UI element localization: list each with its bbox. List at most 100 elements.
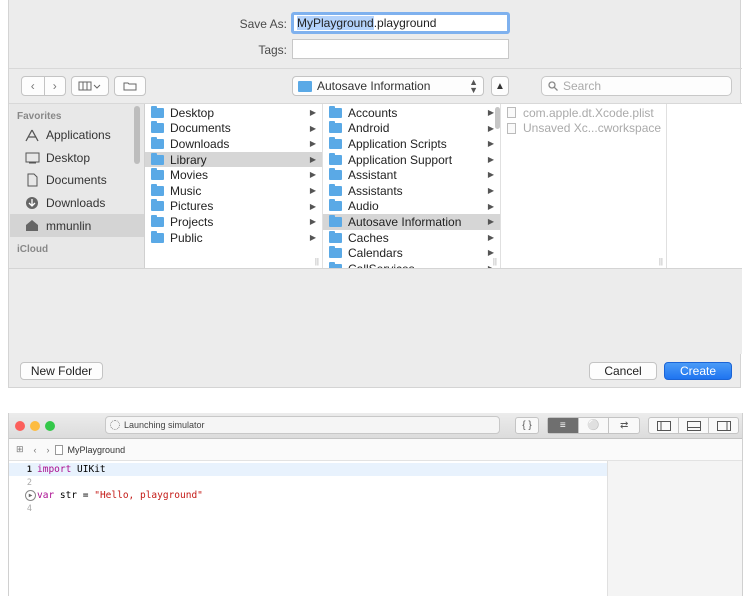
chevron-left-icon[interactable]: ‹ [34, 445, 37, 455]
save-dialog: Save As: MyPlayground.playground Tags: ‹… [8, 0, 742, 388]
file-row[interactable]: Autosave Information ▶ [323, 214, 500, 230]
dialog-empty-area [9, 268, 742, 354]
folder-icon [298, 80, 312, 92]
sidebar-item-downloads[interactable]: Downloads [10, 192, 144, 215]
file-row[interactable]: Projects ▶ [145, 214, 322, 230]
back-forward-control: ‹ › [21, 76, 66, 96]
chevron-right-icon: ▶ [309, 123, 316, 133]
zoom-window-button[interactable] [45, 421, 55, 431]
file-row[interactable]: Public ▶ [145, 230, 322, 246]
file-row[interactable]: Movies ▶ [145, 167, 322, 183]
file-name: Public [170, 230, 203, 245]
file-row[interactable]: Assistant ▶ [323, 167, 500, 183]
chevron-right-icon: ▶ [309, 232, 316, 242]
cancel-button[interactable]: Cancel [589, 362, 657, 380]
chevron-right-icon: ▶ [309, 154, 316, 164]
braces-icon: { } [522, 420, 532, 431]
file-row[interactable]: Music ▶ [145, 183, 322, 199]
toggle-navigator-button[interactable] [649, 418, 678, 433]
file-row[interactable]: Documents ▶ [145, 121, 322, 137]
activity-text: Launching simulator [124, 420, 205, 430]
sidebar-item-desktop[interactable]: Desktop [10, 147, 144, 170]
sidebar-item-documents[interactable]: Documents [10, 169, 144, 192]
column-scrollbar[interactable] [495, 107, 500, 129]
new-folder-button[interactable]: New Folder [20, 362, 103, 380]
chevron-right-icon: ▶ [487, 248, 494, 258]
toggle-debug-area-button[interactable] [678, 418, 708, 433]
file-name: Application Support [348, 152, 453, 167]
sidebar-scrollbar[interactable] [134, 106, 140, 164]
view-mode-button[interactable] [71, 76, 109, 96]
search-input[interactable]: Search [541, 76, 732, 96]
file-name: Android [348, 121, 390, 136]
document-icon [507, 122, 516, 134]
file-row[interactable]: Android ▶ [323, 121, 500, 137]
file-row[interactable]: CallServices▶ [323, 261, 500, 268]
toggle-inspector-button[interactable] [708, 418, 738, 433]
results-sidebar [607, 461, 742, 596]
back-button[interactable]: ‹ [22, 77, 44, 95]
column-resize-handle[interactable]: || [493, 257, 497, 266]
forward-button[interactable]: › [43, 77, 66, 95]
breadcrumb-file[interactable]: MyPlayground [68, 445, 126, 455]
file-row[interactable]: Unsaved Xc...cworkspace [501, 121, 666, 137]
standard-editor-button[interactable]: ≡ [548, 418, 578, 433]
assistant-editor-button[interactable]: ⚪ [577, 418, 609, 433]
chevron-right-icon: ▶ [309, 139, 316, 149]
column-library: Accounts ▶ Android ▶ Application Scripts ▶ App… [323, 104, 501, 268]
file-row[interactable]: Caches ▶ [323, 230, 500, 246]
file-row[interactable]: Application Scripts ▶ [323, 136, 500, 152]
create-button[interactable]: Create [664, 362, 732, 380]
search-icon [548, 81, 558, 91]
desktop-icon [24, 151, 40, 165]
location-select[interactable]: Autosave Information ▲ ▼ [292, 76, 484, 96]
file-name: Assistant [348, 168, 397, 183]
filename-input[interactable]: MyPlayground.playground [291, 12, 510, 34]
run-play-icon[interactable]: ▶ [25, 490, 36, 501]
file-row[interactable]: Desktop ▶ [145, 105, 322, 121]
file-row[interactable]: com.apple.dt.Xcode.plist [501, 105, 666, 121]
file-name: Unsaved Xc...cworkspace [523, 121, 662, 136]
minimize-window-button[interactable] [30, 421, 40, 431]
chevron-right-icon: ▶ [309, 217, 316, 227]
chevron-right-icon: ▶ [309, 201, 316, 211]
file-row[interactable]: Application Support ▶ [323, 152, 500, 168]
xcode-window: Launching simulator { } ≡ ⚪ ⇄ ⊞ ‹ › MyPl… [8, 413, 743, 596]
code-keyword: var [37, 490, 55, 501]
favorites-heading: Favorites [17, 111, 62, 122]
sidebar-item-label: Applications [46, 128, 111, 143]
column-resize-handle[interactable]: || [315, 257, 319, 266]
lines-icon: ≡ [559, 420, 566, 431]
tags-input[interactable] [292, 39, 509, 59]
code-editor[interactable]: 1 import UIKit 2 3 ▶ var str = "Hello, p… [9, 461, 607, 596]
file-row[interactable]: Accounts ▶ [323, 105, 500, 121]
location-label: Autosave Information [317, 79, 431, 93]
version-editor-button[interactable]: ⇄ [608, 418, 639, 433]
file-row[interactable]: Audio ▶ [323, 199, 500, 215]
folder-icon [151, 230, 164, 243]
file-row[interactable]: Pictures ▶ [145, 199, 322, 215]
chevron-right-icon[interactable]: › [47, 445, 50, 455]
code-line: 1 import UIKit [9, 463, 607, 476]
columns-view-icon [78, 81, 101, 91]
code-string: "Hello, playground" [94, 490, 203, 501]
library-button[interactable]: { } [515, 417, 539, 434]
file-name: Library [170, 152, 207, 167]
file-row[interactable]: Assistants ▶ [323, 183, 500, 199]
file-row[interactable]: Library ▶ [145, 151, 322, 168]
line-number: 2 [26, 477, 32, 488]
file-row[interactable]: Calendars ▶ [323, 245, 500, 261]
file-name: Accounts [348, 105, 398, 120]
sidebar-item-home[interactable]: mmunlin [10, 214, 144, 237]
sidebar-item-label: Downloads [46, 196, 106, 211]
column-resize-handle[interactable]: || [659, 257, 663, 266]
updown-chevron-icon: ▲ ▼ [469, 77, 478, 95]
close-window-button[interactable] [15, 421, 25, 431]
folder-icon [151, 168, 164, 181]
sidebar-item-applications[interactable]: Applications [10, 124, 144, 147]
collapse-button[interactable]: ▲ [491, 76, 509, 96]
file-row[interactable]: Downloads ▶ [145, 136, 322, 152]
new-folder-icon-button[interactable] [114, 76, 146, 96]
grid-icon[interactable]: ⊞ [16, 444, 24, 455]
folder-icon [329, 246, 342, 259]
